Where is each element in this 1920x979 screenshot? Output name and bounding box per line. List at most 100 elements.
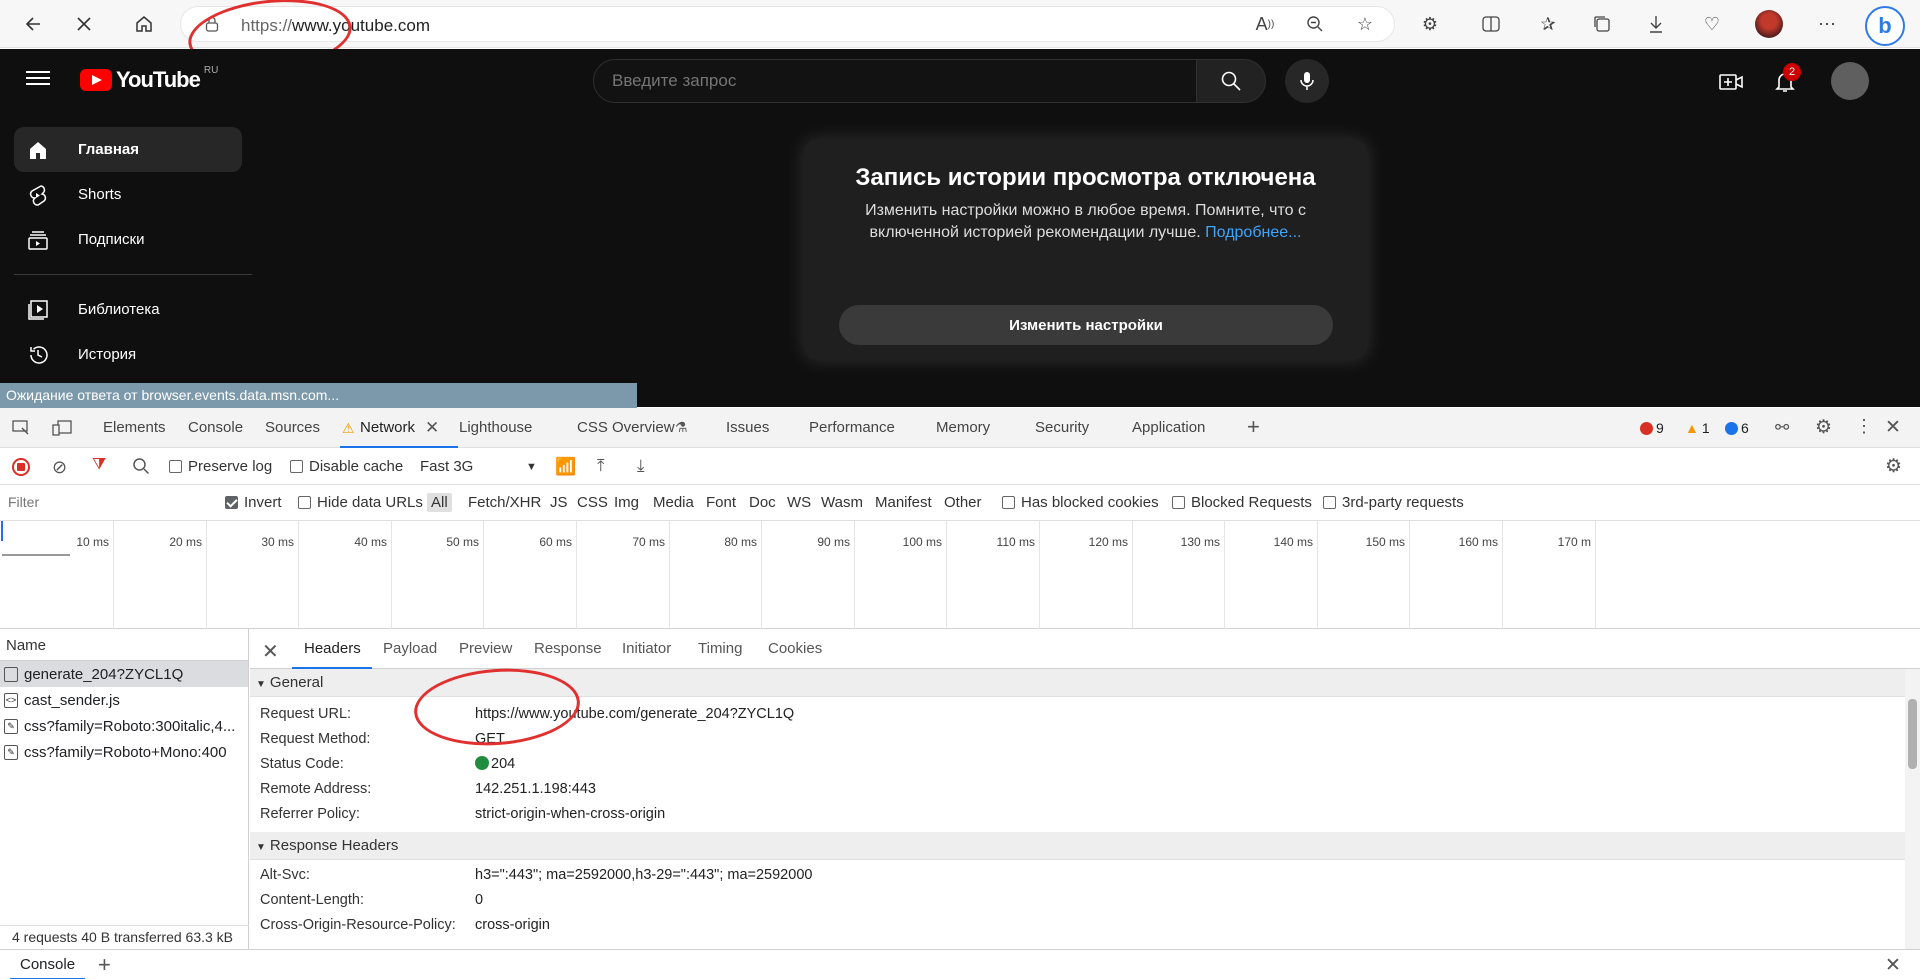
checkbox[interactable] bbox=[169, 460, 182, 473]
filter-type-other[interactable]: Other bbox=[944, 494, 982, 511]
more-options-icon[interactable]: ⋯ bbox=[1812, 9, 1842, 39]
has-blocked-cookies-checkbox[interactable]: Has blocked cookies bbox=[1002, 494, 1159, 511]
sidebar-item-library[interactable]: Библиотека bbox=[14, 287, 254, 332]
tab-security[interactable]: Security bbox=[1035, 419, 1089, 436]
filter-type-js[interactable]: JS bbox=[550, 494, 568, 511]
filter-type-ws[interactable]: WS bbox=[787, 494, 811, 511]
export-har-icon[interactable]: ⤓ bbox=[637, 456, 645, 476]
tab-cookies[interactable]: Cookies bbox=[768, 640, 822, 657]
checkbox[interactable] bbox=[1172, 496, 1185, 509]
add-tab-icon[interactable]: + bbox=[1247, 414, 1260, 440]
url-text[interactable]: https://www.youtube.com bbox=[241, 16, 430, 36]
lock-icon[interactable] bbox=[205, 16, 219, 35]
create-video-icon[interactable] bbox=[1716, 67, 1746, 97]
tab-initiator[interactable]: Initiator bbox=[622, 640, 671, 657]
search-icon[interactable] bbox=[132, 457, 150, 478]
extensions-icon[interactable]: ⚙ bbox=[1415, 9, 1445, 39]
sidebar-item-shorts[interactable]: Shorts bbox=[14, 172, 254, 217]
checkbox[interactable] bbox=[298, 496, 311, 509]
settings-gear-icon[interactable]: ⚙ bbox=[1815, 416, 1832, 439]
youtube-search-button[interactable] bbox=[1196, 59, 1266, 103]
network-settings-icon[interactable]: ⚙ bbox=[1885, 455, 1902, 478]
tab-issues[interactable]: Issues bbox=[726, 419, 769, 436]
preserve-log-checkbox[interactable]: Preserve log bbox=[169, 458, 272, 475]
throttling-select[interactable]: Fast 3G ▼ bbox=[420, 458, 540, 475]
tab-network[interactable]: Network bbox=[360, 419, 415, 436]
youtube-search-input[interactable] bbox=[612, 71, 833, 91]
youtube-search-box[interactable] bbox=[593, 59, 1197, 103]
blocked-requests-checkbox[interactable]: Blocked Requests bbox=[1172, 494, 1312, 511]
tab-performance[interactable]: Performance bbox=[809, 419, 895, 436]
filter-type-fetch-xhr[interactable]: Fetch/XHR bbox=[468, 494, 541, 511]
checkbox[interactable] bbox=[290, 460, 303, 473]
close-tab-icon[interactable]: ✕ bbox=[425, 418, 439, 438]
tab-response[interactable]: Response bbox=[534, 640, 602, 657]
checkbox[interactable] bbox=[1323, 496, 1336, 509]
warning-counter[interactable]: ▲ 1 bbox=[1685, 418, 1710, 438]
third-party-requests-checkbox[interactable]: 3rd-party requests bbox=[1323, 494, 1464, 511]
error-counter[interactable]: 9 bbox=[1640, 418, 1664, 438]
zoom-out-icon[interactable] bbox=[1300, 9, 1330, 39]
tab-timing[interactable]: Timing bbox=[698, 640, 742, 657]
tab-payload[interactable]: Payload bbox=[383, 640, 437, 657]
details-scrollbar[interactable] bbox=[1905, 669, 1920, 949]
favorite-star-icon[interactable]: ☆ bbox=[1350, 9, 1380, 39]
back-icon[interactable] bbox=[18, 8, 50, 40]
info-counter[interactable]: 6 bbox=[1725, 418, 1749, 438]
network-overview-timeline[interactable]: 10 ms 20 ms 30 ms 40 ms 50 ms 60 ms 70 ms 80 ms… bbox=[0, 521, 1920, 629]
close-details-icon[interactable]: ✕ bbox=[262, 639, 279, 664]
invert-checkbox[interactable]: Invert bbox=[225, 494, 282, 511]
split-screen-icon[interactable] bbox=[1476, 9, 1506, 39]
request-row[interactable]: ✎ css?family=Roboto:300italic,4... bbox=[0, 713, 248, 739]
import-har-icon[interactable]: ⤒ bbox=[597, 456, 605, 476]
record-stop-icon[interactable] bbox=[12, 458, 30, 476]
filter-type-img[interactable]: Img bbox=[614, 494, 639, 511]
address-bar[interactable]: https://www.youtube.com bbox=[180, 6, 1395, 42]
filter-type-all[interactable]: All bbox=[427, 493, 452, 512]
network-conditions-icon[interactable]: 📶 bbox=[555, 457, 576, 477]
tab-sources[interactable]: Sources bbox=[265, 419, 320, 436]
collections-icon[interactable] bbox=[1587, 9, 1617, 39]
bing-copilot-icon[interactable]: b bbox=[1865, 6, 1905, 46]
filter-input[interactable] bbox=[8, 494, 208, 510]
tab-memory[interactable]: Memory bbox=[936, 419, 990, 436]
learn-more-link[interactable]: Подробнее... bbox=[1205, 224, 1301, 241]
checkbox[interactable] bbox=[1002, 496, 1015, 509]
user-avatar[interactable] bbox=[1831, 62, 1869, 100]
feedback-icon[interactable]: ⚯ bbox=[1775, 418, 1789, 438]
change-settings-button[interactable]: Изменить настройки bbox=[839, 305, 1333, 345]
request-row[interactable]: generate_204?ZYCL1Q bbox=[0, 661, 248, 687]
sidebar-item-history[interactable]: История bbox=[14, 332, 254, 377]
youtube-logo[interactable]: YouTube RU bbox=[80, 65, 218, 93]
add-drawer-tab-icon[interactable]: + bbox=[98, 952, 111, 978]
more-vertical-icon[interactable]: ⋮ bbox=[1855, 416, 1873, 437]
voice-search-button[interactable] bbox=[1285, 59, 1329, 103]
home-icon[interactable] bbox=[128, 8, 160, 40]
sidebar-item-subscriptions[interactable]: Подписки bbox=[14, 217, 254, 262]
tab-headers[interactable]: Headers bbox=[304, 640, 361, 657]
inspect-element-icon[interactable] bbox=[12, 420, 30, 439]
filter-type-font[interactable]: Font bbox=[706, 494, 736, 511]
sidebar-item-home[interactable]: Главная bbox=[14, 127, 242, 172]
filter-icon[interactable]: ⧩ bbox=[92, 456, 106, 474]
checkbox-checked[interactable] bbox=[225, 496, 238, 509]
downloads-icon[interactable] bbox=[1641, 9, 1671, 39]
clear-icon[interactable]: ⊘ bbox=[52, 457, 67, 478]
hamburger-menu-icon[interactable] bbox=[26, 67, 50, 91]
close-drawer-icon[interactable]: ✕ bbox=[1885, 954, 1901, 977]
disable-cache-checkbox[interactable]: Disable cache bbox=[290, 458, 403, 475]
profile-avatar[interactable] bbox=[1755, 10, 1783, 38]
response-headers-section-header[interactable]: ▼ Response Headers bbox=[250, 832, 1920, 860]
stop-loading-icon[interactable] bbox=[68, 8, 100, 40]
tab-preview[interactable]: Preview bbox=[459, 640, 512, 657]
tab-lighthouse[interactable]: Lighthouse bbox=[459, 419, 532, 436]
read-aloud-icon[interactable]: A)) bbox=[1250, 9, 1280, 39]
general-section-header[interactable]: ▼ General bbox=[250, 669, 1920, 697]
tab-console[interactable]: Console bbox=[188, 419, 243, 436]
request-row[interactable]: <> cast_sender.js bbox=[0, 687, 248, 713]
filter-type-manifest[interactable]: Manifest bbox=[875, 494, 932, 511]
tab-elements[interactable]: Elements bbox=[103, 419, 166, 436]
filter-type-wasm[interactable]: Wasm bbox=[821, 494, 863, 511]
device-emulation-icon[interactable] bbox=[52, 420, 72, 439]
close-devtools-icon[interactable]: ✕ bbox=[1885, 416, 1901, 439]
